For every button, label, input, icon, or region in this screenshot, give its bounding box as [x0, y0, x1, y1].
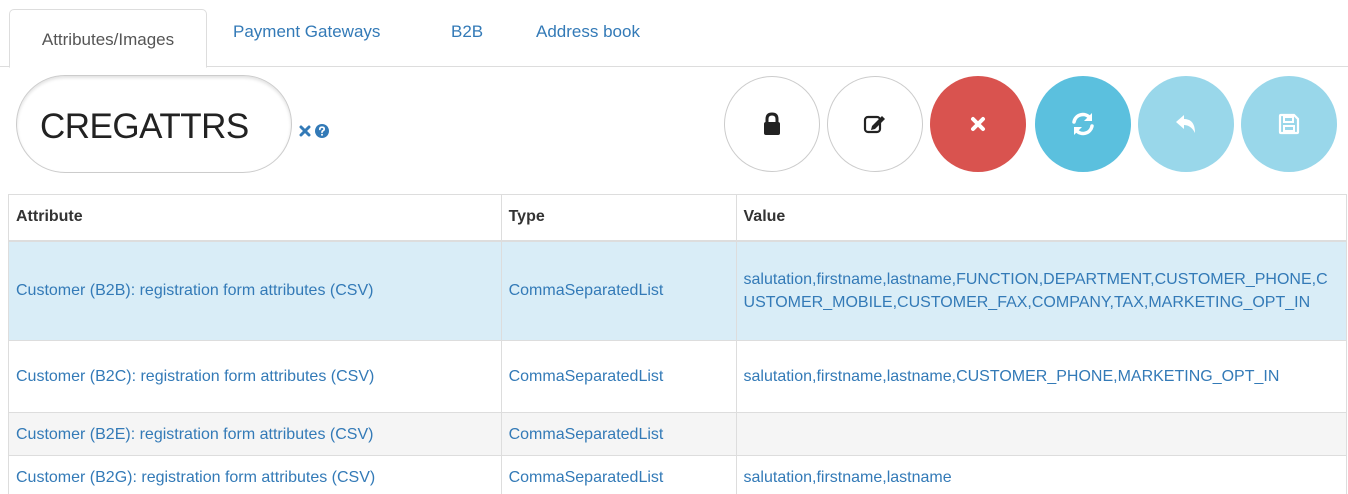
tab-attributes-images[interactable]: Attributes/Images [9, 9, 207, 68]
cell-attribute[interactable]: Customer (B2G): registration form attrib… [8, 455, 502, 494]
header-type[interactable]: Type [500, 194, 737, 242]
header-attribute[interactable]: Attribute [8, 194, 502, 242]
attributes-table: Attribute Type Value Customer (B2B): reg… [8, 194, 1348, 494]
save-button[interactable] [1241, 76, 1337, 172]
edit-icon [863, 115, 885, 134]
tab-payment-gateways[interactable]: Payment Gateways [233, 22, 380, 42]
tab-address-book[interactable]: Address book [536, 22, 640, 42]
help-icon[interactable] [315, 124, 329, 138]
refresh-icon [1072, 112, 1094, 136]
attribute-group-code-text: CREGATTRS [40, 107, 249, 146]
cell-value: salutation,firstname,lastname [735, 455, 1348, 494]
attribute-group-code: CREGATTRS [16, 75, 292, 173]
delete-button[interactable] [930, 76, 1026, 172]
header-value[interactable]: Value [735, 194, 1348, 242]
cell-attribute[interactable]: Customer (B2B): registration form attrib… [8, 240, 502, 341]
clear-icon[interactable] [299, 125, 311, 137]
cell-value: salutation,firstname,lastname,FUNCTION,D… [735, 240, 1348, 341]
undo-button[interactable] [1138, 76, 1234, 172]
code-actions [299, 120, 329, 142]
refresh-button[interactable] [1035, 76, 1131, 172]
cell-value: salutation,firstname,lastname,CUSTOMER_P… [735, 340, 1348, 413]
undo-icon [1176, 115, 1195, 133]
cell-value [735, 412, 1348, 456]
cell-type: CommaSeparatedList [500, 412, 737, 456]
cell-type: CommaSeparatedList [500, 340, 737, 413]
table-row[interactable]: Customer (B2G): registration form attrib… [8, 455, 1348, 494]
tab-bar: Attributes/Images Payment Gateways B2B A… [0, 0, 1348, 68]
edit-button[interactable] [827, 76, 923, 172]
cell-attribute[interactable]: Customer (B2C): registration form attrib… [8, 340, 502, 413]
close-icon [971, 117, 985, 131]
table-row[interactable]: Customer (B2B): registration form attrib… [8, 240, 1348, 341]
cell-attribute[interactable]: Customer (B2E): registration form attrib… [8, 412, 502, 456]
table-row[interactable]: Customer (B2E): registration form attrib… [8, 412, 1348, 456]
table-header-row: Attribute Type Value [8, 194, 1348, 242]
cell-type: CommaSeparatedList [500, 455, 737, 494]
lock-button[interactable] [724, 76, 820, 172]
tab-b2b[interactable]: B2B [451, 22, 483, 42]
table-row[interactable]: Customer (B2C): registration form attrib… [8, 340, 1348, 413]
cell-type: CommaSeparatedList [500, 240, 737, 341]
lock-icon [764, 112, 780, 135]
save-icon [1278, 113, 1300, 135]
